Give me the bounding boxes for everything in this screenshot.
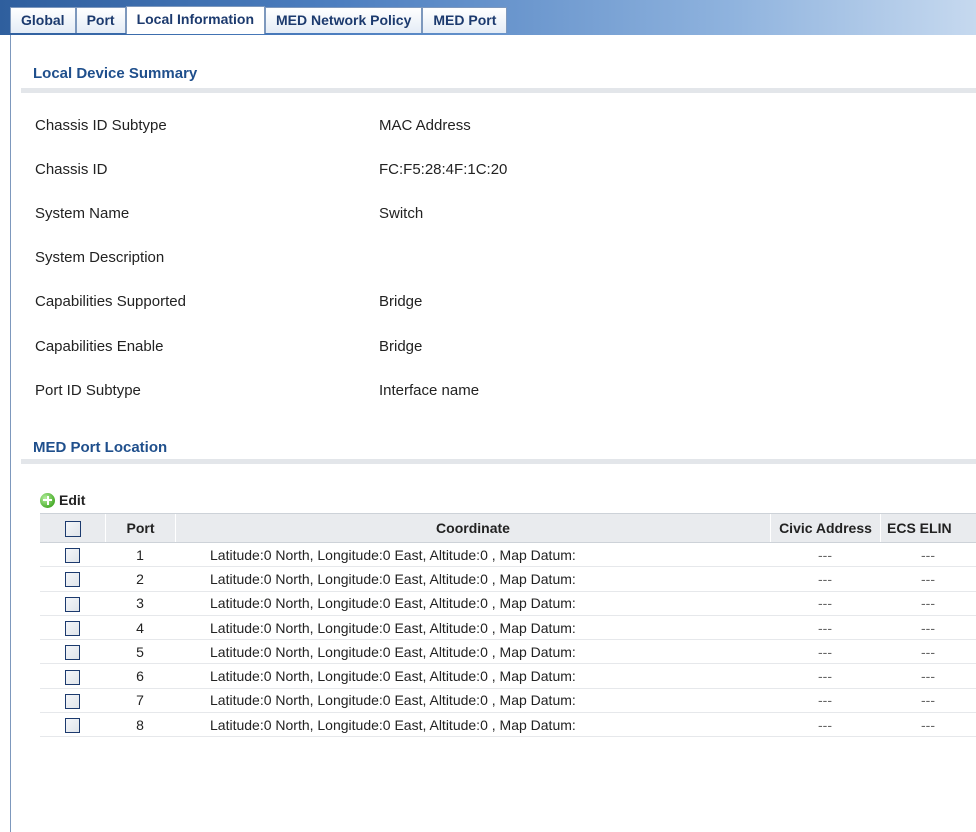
tab-bar: Global Port Local Information MED Networ… xyxy=(0,0,976,35)
table-row: 8 Latitude:0 North, Longitude:0 East, Al… xyxy=(40,713,976,738)
row-select-cell xyxy=(40,571,105,588)
table-row: 4 Latitude:0 North, Longitude:0 East, Al… xyxy=(40,616,976,641)
table-row: 1 Latitude:0 North, Longitude:0 East, Al… xyxy=(40,543,976,568)
row-checkbox[interactable] xyxy=(65,718,80,734)
port-cell: 1 xyxy=(136,546,144,563)
ecs-elin-cell: --- xyxy=(921,692,935,709)
row-select-cell xyxy=(40,716,105,734)
row-checkbox[interactable] xyxy=(65,693,80,709)
row-checkbox[interactable] xyxy=(65,669,80,685)
summary-value-capabilities-enable: Bridge xyxy=(379,338,423,355)
column-header-coordinate[interactable]: Coordinate xyxy=(175,514,770,542)
summary-label-chassis-id: Chassis ID xyxy=(35,161,108,178)
civic-address-cell: --- xyxy=(818,595,832,612)
port-cell: 5 xyxy=(136,643,144,660)
port-cell: 7 xyxy=(136,692,144,709)
edit-label: Edit xyxy=(59,492,86,508)
port-cell: 6 xyxy=(136,668,144,685)
tab-local-information[interactable]: Local Information xyxy=(125,6,266,34)
summary-value-system-name: Switch xyxy=(379,205,424,222)
ecs-elin-cell: --- xyxy=(921,668,935,685)
summary-value-chassis-id: FC:F5:28:4F:1C:20 xyxy=(379,161,508,178)
coordinate-cell: Latitude:0 North, Longitude:0 East, Alti… xyxy=(210,668,576,685)
tab-med-network-policy[interactable]: MED Network Policy xyxy=(265,7,423,33)
port-cell: 8 xyxy=(136,716,144,733)
coordinate-cell: Latitude:0 North, Longitude:0 East, Alti… xyxy=(210,692,576,709)
summary-label-system-name: System Name xyxy=(35,205,130,222)
table-row: 7 Latitude:0 North, Longitude:0 East, Al… xyxy=(40,689,976,714)
row-select-cell xyxy=(40,643,105,661)
coordinate-cell: Latitude:0 North, Longitude:0 East, Alti… xyxy=(210,570,576,587)
row-checkbox[interactable] xyxy=(65,596,80,612)
summary-label-chassis-id-subtype: Chassis ID Subtype xyxy=(35,117,167,134)
section-divider xyxy=(21,459,976,464)
ecs-elin-cell: --- xyxy=(921,570,935,587)
ecs-elin-cell: --- xyxy=(921,619,935,636)
civic-address-cell: --- xyxy=(818,692,832,709)
header-select-all-cell xyxy=(40,514,105,542)
table-row: 6 Latitude:0 North, Longitude:0 East, Al… xyxy=(40,664,976,689)
row-checkbox[interactable] xyxy=(65,548,80,564)
med-location-table: Port Coordinate Civic Address ECS ELIN 1… xyxy=(40,513,976,738)
tab-global[interactable]: Global xyxy=(10,7,76,33)
port-cell: 3 xyxy=(136,595,144,612)
column-header-port[interactable]: Port xyxy=(105,514,175,542)
civic-address-cell: --- xyxy=(818,570,832,587)
civic-address-cell: --- xyxy=(818,619,832,636)
summary-label-capabilities-enable: Capabilities Enable xyxy=(35,338,164,355)
coordinate-cell: Latitude:0 North, Longitude:0 East, Alti… xyxy=(210,716,576,733)
summary-label-port-id-subtype: Port ID Subtype xyxy=(35,382,141,399)
column-header-civic-address[interactable]: Civic Address xyxy=(770,514,880,542)
coordinate-cell: Latitude:0 North, Longitude:0 East, Alti… xyxy=(210,643,576,660)
coordinate-cell: Latitude:0 North, Longitude:0 East, Alti… xyxy=(210,619,576,636)
table-row: 5 Latitude:0 North, Longitude:0 East, Al… xyxy=(40,640,976,665)
ecs-elin-cell: --- xyxy=(921,546,935,563)
summary-label-capabilities-supported: Capabilities Supported xyxy=(35,293,186,310)
port-cell: 4 xyxy=(136,619,144,636)
section-divider xyxy=(21,88,976,93)
row-checkbox[interactable] xyxy=(65,572,80,588)
ecs-elin-cell: --- xyxy=(921,643,935,660)
tab-port[interactable]: Port xyxy=(75,7,126,33)
tab-med-port[interactable]: MED Port xyxy=(422,7,508,33)
coordinate-cell: Latitude:0 North, Longitude:0 East, Alti… xyxy=(210,546,576,563)
port-cell: 2 xyxy=(136,570,144,587)
summary-value-chassis-id-subtype: MAC Address xyxy=(379,117,471,134)
table-row: 3 Latitude:0 North, Longitude:0 East, Al… xyxy=(40,592,976,616)
civic-address-cell: --- xyxy=(818,546,832,563)
civic-address-cell: --- xyxy=(818,668,832,685)
local-device-summary-title: Local Device Summary xyxy=(33,65,198,82)
row-select-cell xyxy=(40,668,105,685)
med-port-location-title: MED Port Location xyxy=(33,439,168,456)
tab-list: Global Port Local Information MED Networ… xyxy=(10,6,508,35)
row-select-cell xyxy=(40,546,105,564)
civic-address-cell: --- xyxy=(818,716,832,733)
coordinate-cell: Latitude:0 North, Longitude:0 East, Alti… xyxy=(210,595,576,612)
table-header: Port Coordinate Civic Address ECS ELIN xyxy=(40,513,976,543)
table-row: 2 Latitude:0 North, Longitude:0 East, Al… xyxy=(40,567,976,592)
ecs-elin-cell: --- xyxy=(921,716,935,733)
ecs-elin-cell: --- xyxy=(921,595,935,612)
summary-value-port-id-subtype: Interface name xyxy=(379,382,480,399)
column-header-ecs-elin[interactable]: ECS ELIN xyxy=(880,514,976,542)
select-all-checkbox[interactable] xyxy=(64,521,81,538)
row-checkbox[interactable] xyxy=(65,620,80,636)
row-select-cell xyxy=(40,619,105,636)
row-select-cell xyxy=(40,692,105,709)
add-circle-icon xyxy=(40,492,55,508)
summary-label-system-description: System Description xyxy=(35,249,165,266)
edit-button[interactable]: Edit xyxy=(40,492,85,508)
row-select-cell xyxy=(40,595,105,612)
summary-value-capabilities-supported: Bridge xyxy=(379,293,423,310)
civic-address-cell: --- xyxy=(818,643,832,660)
row-checkbox[interactable] xyxy=(65,645,80,661)
